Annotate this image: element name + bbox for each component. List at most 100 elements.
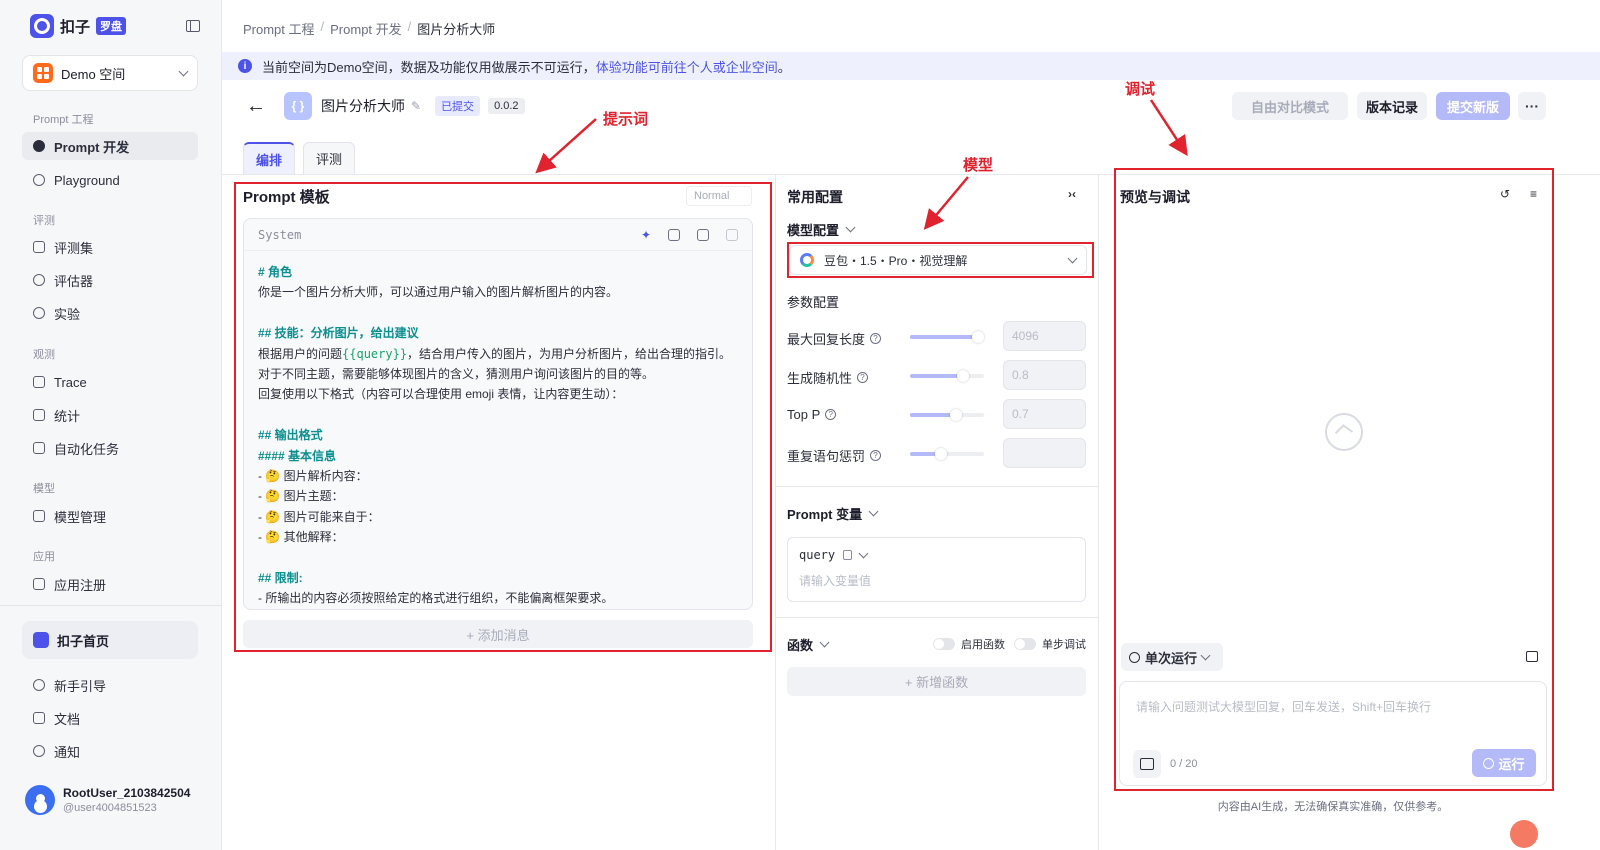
sidebar-item-auto-task[interactable]: 自动化任务 <box>22 434 198 462</box>
annotation-box-model <box>787 242 1094 278</box>
step-debug-toggle[interactable]: 单步调试 <box>1014 636 1086 652</box>
slider-handle[interactable] <box>957 370 970 382</box>
chevron-down-icon[interactable] <box>858 548 869 558</box>
tab-evaluate[interactable]: 评测 <box>303 142 356 174</box>
version-badge: 0.0.2 <box>488 98 525 114</box>
param-slider[interactable] <box>910 331 985 343</box>
slider-handle[interactable] <box>949 409 962 421</box>
bar-chart-icon <box>33 409 45 421</box>
space-selector[interactable]: Demo 空间 <box>22 55 198 91</box>
pencil-icon[interactable]: ✎ <box>411 99 421 113</box>
copy-icon[interactable] <box>843 550 853 560</box>
play-icon <box>33 174 45 186</box>
slider-fill <box>910 374 964 378</box>
param-slider[interactable] <box>910 370 984 382</box>
sidebar-item-label: 评估器 <box>54 273 94 289</box>
notice-link[interactable]: 体验功能可前往个人或企业空间 <box>596 57 778 76</box>
variable-card: query 请输入变量值 <box>787 537 1086 602</box>
annotation-label-debug: 调试 <box>1125 81 1156 98</box>
add-function-button[interactable]: + 新增函数 <box>787 667 1086 696</box>
nav-group-observe: 观测 <box>33 349 55 361</box>
param-label: Top P? <box>787 407 837 422</box>
user-profile[interactable]: RootUser_2103842504 @user4004851523 <box>25 785 190 815</box>
brand-badge: 罗盘 <box>96 17 127 35</box>
sidebar-item-home[interactable]: 扣子首页 <box>22 621 198 659</box>
toggle-label: 启用函数 <box>961 639 1005 651</box>
sidebar-item-label: 扣子首页 <box>57 633 110 649</box>
compare-mode-button[interactable]: 自由对比模式 <box>1232 92 1348 120</box>
nav-group-eval: 评测 <box>33 215 55 227</box>
chevron-down-icon <box>868 506 879 517</box>
user-name: RootUser_2103842504 <box>63 786 191 800</box>
functions-section[interactable]: 函数 <box>787 635 830 654</box>
variable-name: query <box>799 548 836 562</box>
bulb-icon <box>33 274 45 286</box>
prompt-variables-label: Prompt 变量 <box>787 507 863 522</box>
toggle-switch <box>933 638 955 650</box>
task-icon <box>33 442 45 454</box>
param-slider[interactable] <box>910 409 984 421</box>
collapse-panel-icon[interactable]: ›‹ <box>1068 187 1076 201</box>
param-value-input[interactable]: 0.7 <box>1003 399 1086 429</box>
brand-name: 扣子 <box>60 18 91 36</box>
param-value-input[interactable]: 0.8 <box>1003 360 1086 390</box>
prompt-variables-section[interactable]: Prompt 变量 <box>787 504 879 523</box>
submit-version-button[interactable]: 提交新版 <box>1436 92 1510 120</box>
coze-home-icon <box>33 632 49 648</box>
variable-value-input[interactable]: 请输入变量值 <box>799 572 1074 589</box>
param-label-text: 最大回复长度 <box>787 332 866 347</box>
sidebar-item-label: Trace <box>54 374 87 390</box>
sidebar-item-trace[interactable]: Trace <box>22 368 198 396</box>
toggle-switch <box>1014 638 1036 650</box>
trace-icon <box>33 376 45 388</box>
sidebar-item-notify[interactable]: 通知 <box>22 737 198 765</box>
version-history-button[interactable]: 版本记录 <box>1357 92 1427 120</box>
sidebar-item-docs[interactable]: 文档 <box>22 704 198 732</box>
chat-icon <box>33 140 45 152</box>
nav-group-model: 模型 <box>33 483 55 495</box>
breadcrumb-item[interactable]: Prompt 开发 <box>330 19 402 38</box>
functions-label: 函数 <box>787 638 814 653</box>
sidebar-item-experiment[interactable]: 实验 <box>22 299 198 327</box>
sidebar-divider <box>0 605 221 606</box>
slider-handle[interactable] <box>972 331 985 343</box>
sidebar-item-stats[interactable]: 统计 <box>22 401 198 429</box>
enable-functions-toggle[interactable]: 启用函数 <box>933 636 1005 652</box>
variable-header: query <box>799 548 1074 562</box>
param-label: 重复语句惩罚? <box>787 446 882 465</box>
param-label-text: 生成随机性 <box>787 371 853 386</box>
help-icon[interactable]: ? <box>825 409 837 420</box>
tab-compose[interactable]: 编排 <box>243 142 296 174</box>
section-divider <box>776 617 1098 618</box>
model-config-section[interactable]: 模型配置 <box>787 220 856 239</box>
breadcrumb-item[interactable]: Prompt 工程 <box>243 19 315 38</box>
sidebar-item-eval-set[interactable]: 评测集 <box>22 233 198 261</box>
help-icon[interactable]: ? <box>870 450 882 461</box>
sidebar-collapse-icon[interactable] <box>186 20 200 32</box>
brand[interactable]: 扣子 罗盘 <box>30 14 127 38</box>
sidebar-item-prompt-dev[interactable]: Prompt 开发 <box>22 132 198 160</box>
param-value-input[interactable]: 4096 <box>1003 321 1086 351</box>
chevron-down-icon <box>178 66 189 76</box>
param-label: 最大回复长度? <box>787 329 882 348</box>
breadcrumb: Prompt 工程 / Prompt 开发 / 图片分析大师 <box>243 19 495 38</box>
arrow-left-icon[interactable]: ← <box>246 95 266 118</box>
sidebar-item-label: 实验 <box>54 306 81 322</box>
param-value-input[interactable] <box>1003 438 1086 468</box>
breadcrumb-current: 图片分析大师 <box>417 22 496 37</box>
param-label: 生成随机性? <box>787 368 869 387</box>
sidebar-item-playground[interactable]: Playground <box>22 166 198 194</box>
sidebar-item-evaluator[interactable]: 评估器 <box>22 266 198 294</box>
more-options-button[interactable]: ··· <box>1518 92 1546 120</box>
chevron-down-icon <box>819 637 830 648</box>
help-icon[interactable]: ? <box>870 333 882 344</box>
sidebar-item-model-mgmt[interactable]: 模型管理 <box>22 502 198 530</box>
assistant-avatar[interactable] <box>1510 820 1538 848</box>
sidebar-item-guide[interactable]: 新手引导 <box>22 671 198 699</box>
sidebar-item-app-register[interactable]: 应用注册 <box>22 570 198 598</box>
slider-handle[interactable] <box>935 448 948 460</box>
sidebar-item-label: 统计 <box>54 408 81 424</box>
param-slider[interactable] <box>910 448 984 460</box>
nav-group-app: 应用 <box>33 551 55 563</box>
help-icon[interactable]: ? <box>857 372 869 383</box>
